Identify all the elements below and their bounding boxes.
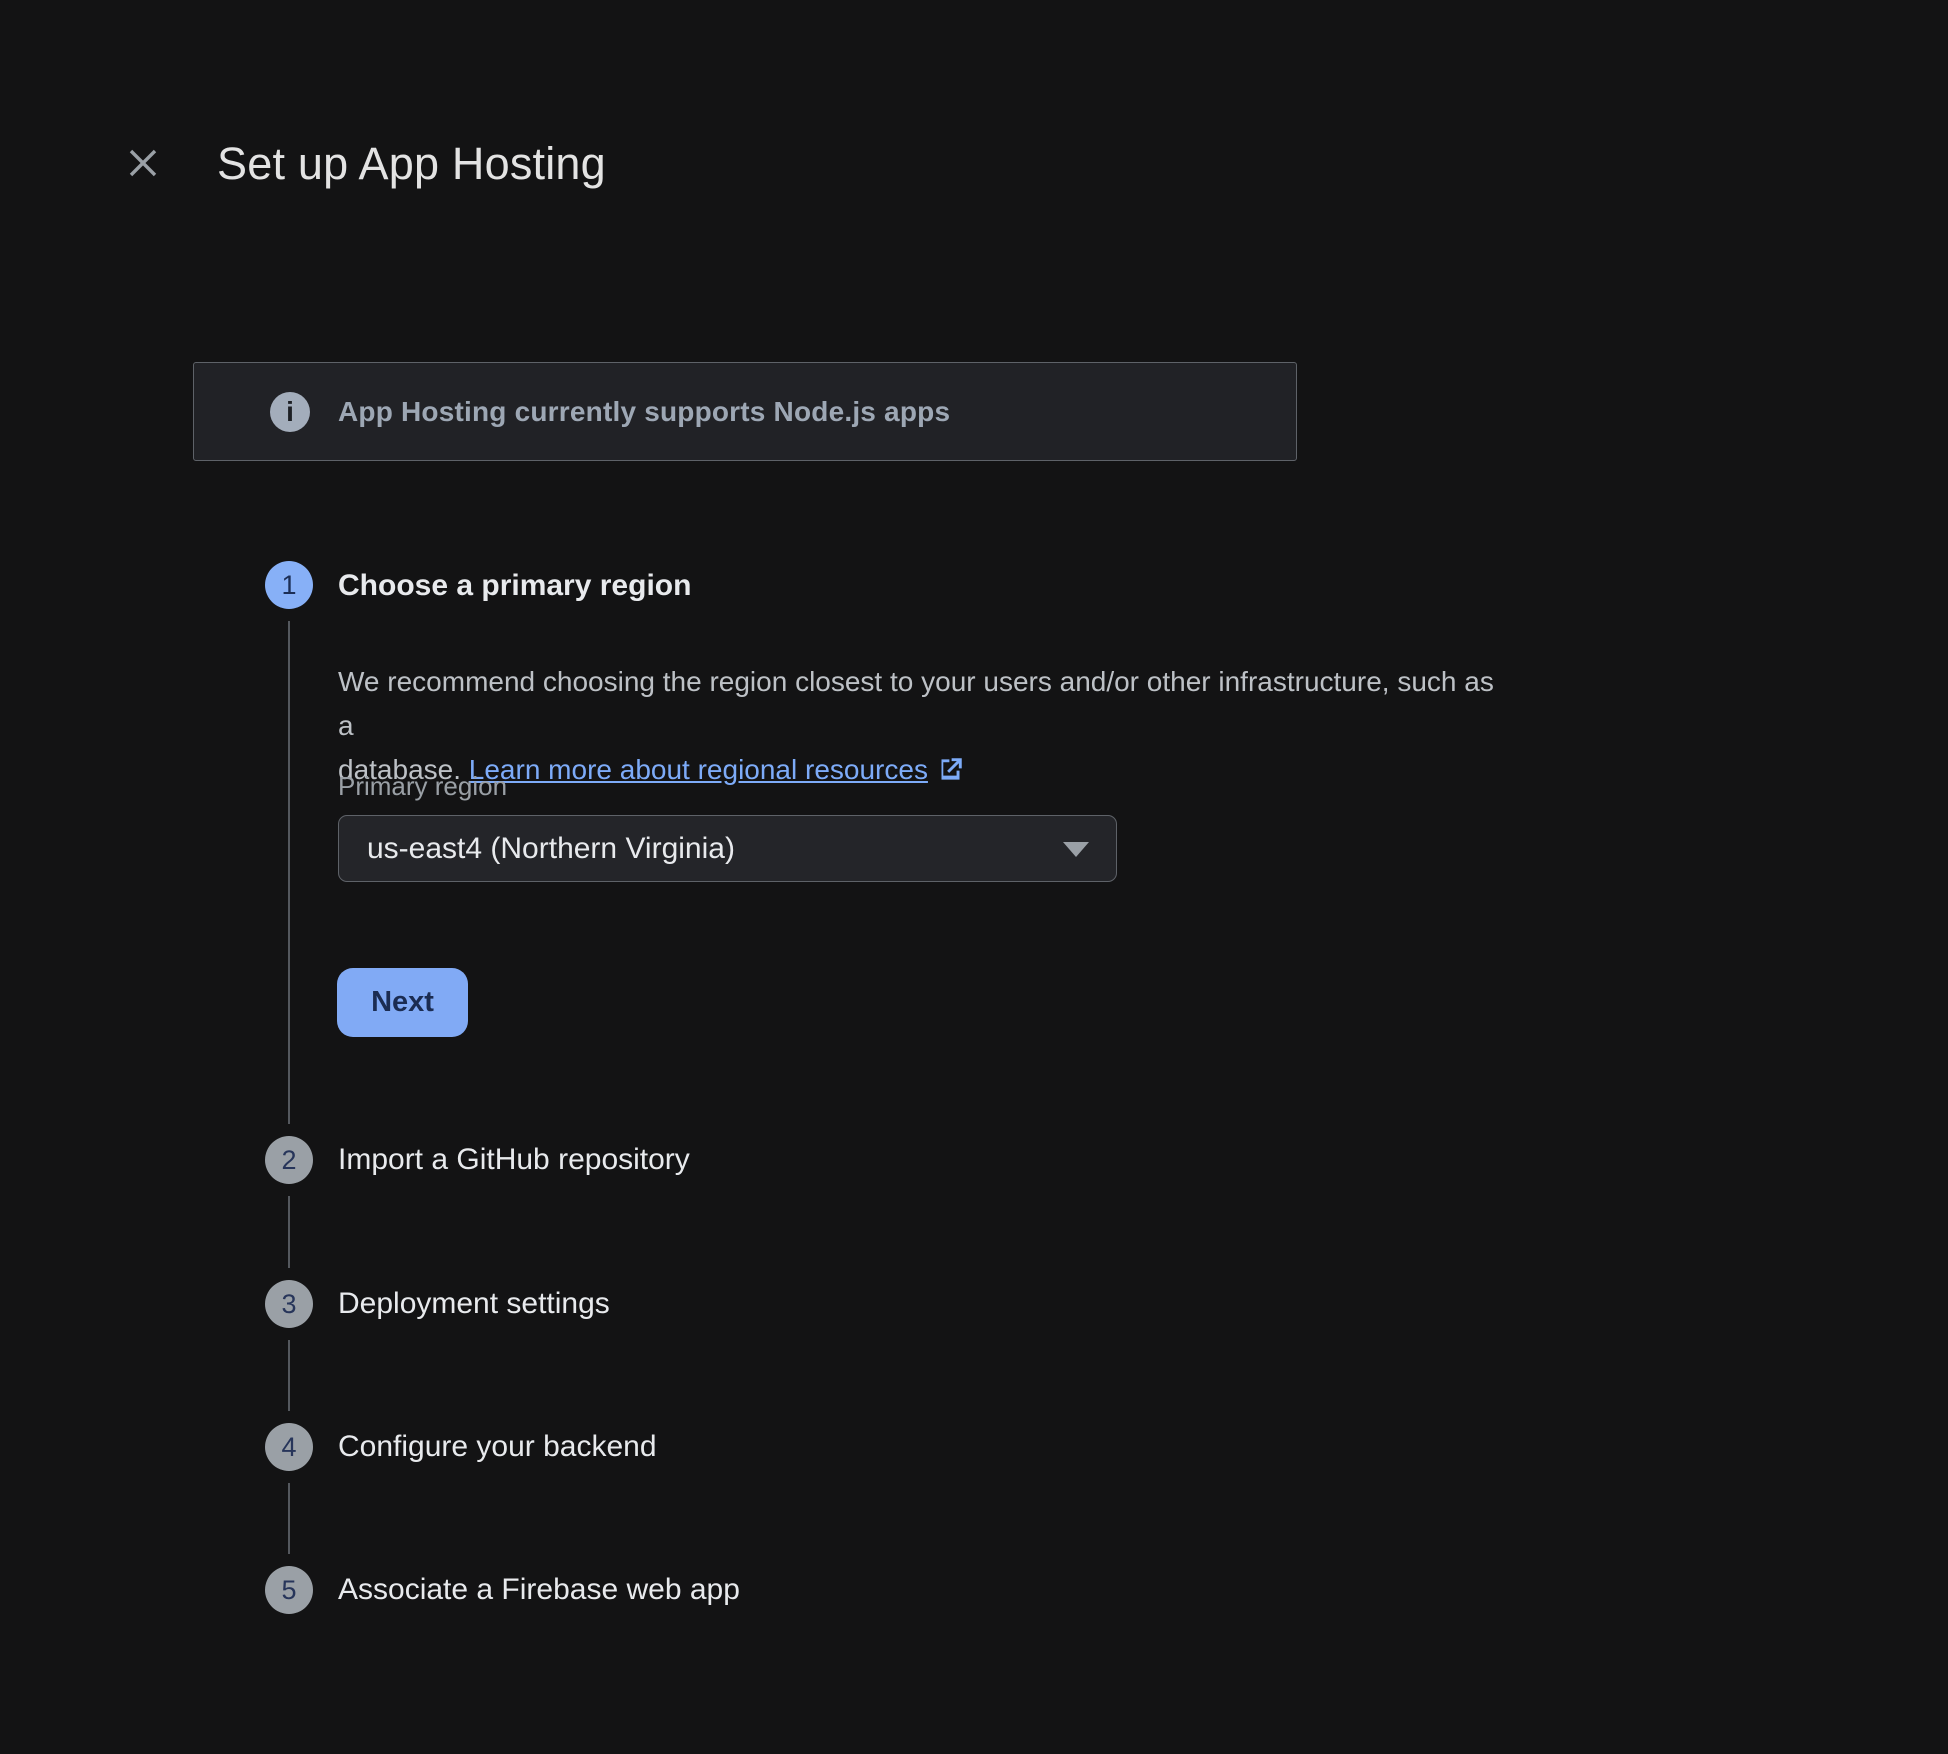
step-2-indicator: 2 <box>265 1136 313 1184</box>
info-banner: i App Hosting currently supports Node.js… <box>193 362 1297 461</box>
external-link-icon <box>937 758 964 789</box>
step-5-title: Associate a Firebase web app <box>338 1572 740 1608</box>
step-3-title: Deployment settings <box>338 1286 610 1322</box>
banner-message: App Hosting currently supports Node.js a… <box>338 396 950 428</box>
step-4-title: Configure your backend <box>338 1429 657 1465</box>
step-3-indicator: 3 <box>265 1280 313 1328</box>
step-connector-1-2 <box>288 621 290 1124</box>
primary-region-label: Primary region <box>338 771 507 802</box>
primary-region-value: us-east4 (Northern Virginia) <box>367 832 735 866</box>
page-title: Set up App Hosting <box>217 136 606 192</box>
close-button[interactable] <box>119 139 167 187</box>
close-icon <box>128 148 158 178</box>
step-connector-4-5 <box>288 1483 290 1554</box>
primary-region-select[interactable]: us-east4 (Northern Virginia) <box>338 815 1117 882</box>
step-2-title: Import a GitHub repository <box>338 1142 690 1178</box>
learn-more-link[interactable]: Learn more about regional resources <box>469 754 928 785</box>
info-icon: i <box>270 392 310 432</box>
step-connector-3-4 <box>288 1340 290 1411</box>
next-button[interactable]: Next <box>337 968 468 1037</box>
step-connector-2-3 <box>288 1196 290 1268</box>
step-1-title: Choose a primary region <box>338 568 691 604</box>
dropdown-arrow-icon <box>1063 842 1089 857</box>
step-1-indicator: 1 <box>265 561 313 609</box>
step-5-indicator: 5 <box>265 1566 313 1614</box>
step-1-description: We recommend choosing the region closest… <box>338 660 1498 796</box>
description-line-1: We recommend choosing the region closest… <box>338 666 1494 741</box>
step-4-indicator: 4 <box>265 1423 313 1471</box>
